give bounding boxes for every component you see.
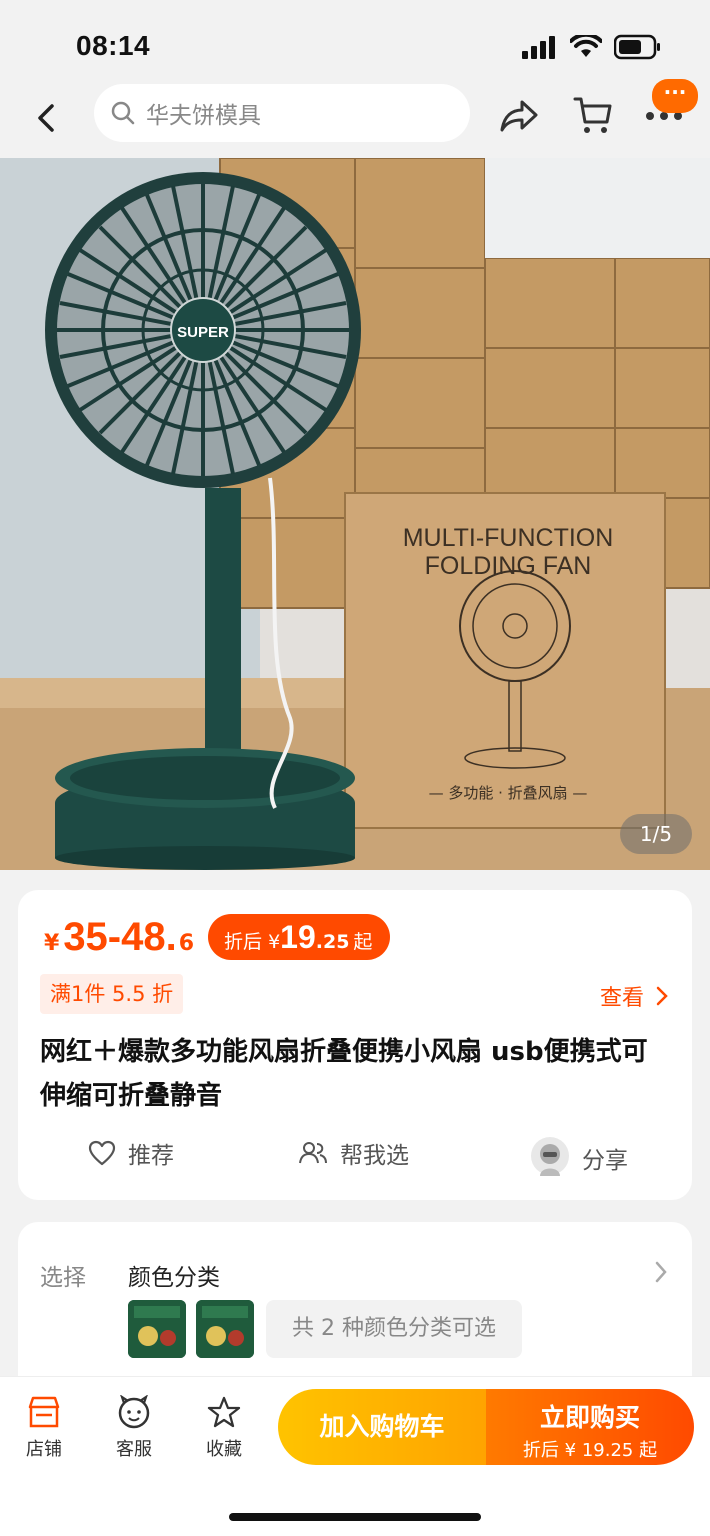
favorite-tab[interactable]: 收藏	[194, 1395, 254, 1461]
thumbnail-image	[196, 1300, 254, 1358]
message-badge[interactable]: ···	[652, 79, 698, 113]
customer-service-icon	[118, 1395, 150, 1429]
avatar-icon	[531, 1137, 569, 1176]
service-tab[interactable]: 客服	[104, 1395, 164, 1461]
product-title: 网红＋爆款多功能风扇折叠便携小风扇 usb便携式可伸缩可折叠静音	[40, 1037, 648, 1111]
favorite-label: 收藏	[206, 1439, 242, 1460]
bottom-action-bar: 店铺 客服 收藏 加入购物车 立即购买 折后 ¥ 19.25 起	[0, 1376, 710, 1536]
signal-icon	[522, 36, 555, 59]
price-range: ¥ 35-48. 6	[44, 915, 194, 960]
share-icon[interactable]	[498, 96, 540, 136]
color-option-thumbnail[interactable]	[128, 1300, 186, 1358]
price-range-main: 35-48.	[63, 914, 177, 959]
price-range-decimal: 6	[178, 930, 195, 956]
view-promo-link[interactable]: 查看	[600, 980, 668, 1012]
battery-icon	[614, 34, 660, 60]
heart-icon	[88, 1140, 116, 1166]
action-row: 推荐 帮我选 分享	[18, 1136, 692, 1180]
shop-tab[interactable]: 店铺	[14, 1395, 74, 1461]
search-icon	[111, 101, 135, 125]
view-label: 查看	[599, 986, 644, 1011]
share-label: 分享	[582, 1148, 628, 1174]
buy-now-label: 立即购买	[539, 1403, 640, 1432]
price-row: ¥ 35-48. 6 折后 ¥ 19 .25 起	[44, 914, 391, 960]
status-bar: 08:14	[0, 0, 710, 82]
help-choose-label: 帮我选	[340, 1143, 409, 1169]
choose-value: 颜色分类	[128, 1265, 220, 1291]
thumbnail-image	[128, 1300, 186, 1358]
price-currency: ¥	[44, 930, 60, 956]
recommend-button[interactable]: 推荐	[88, 1136, 174, 1170]
wifi-icon	[570, 35, 602, 57]
star-icon	[207, 1396, 241, 1428]
service-label: 客服	[116, 1439, 152, 1460]
chevron-right-icon[interactable]	[654, 1260, 668, 1284]
choose-label: 选择	[40, 1265, 86, 1291]
status-icons	[522, 34, 662, 60]
shop-icon	[28, 1396, 60, 1428]
sku-select-card[interactable]: 选择 颜色分类 共 2 种颜色分类可选	[18, 1222, 692, 1392]
box-text-line2: FOLDING FAN	[425, 552, 592, 580]
back-arrow-icon[interactable]	[30, 98, 64, 138]
home-indicator[interactable]	[229, 1513, 481, 1521]
discount-suffix: 起	[353, 931, 373, 953]
help-choose-button[interactable]: 帮我选	[298, 1136, 409, 1170]
box-bottom-text: — 多功能 · 折叠风扇 —	[429, 784, 588, 802]
image-pager: 1/5	[620, 814, 692, 854]
share-button[interactable]: 分享	[530, 1136, 628, 1180]
add-to-cart-button[interactable]: 加入购物车	[278, 1389, 486, 1465]
cart-icon[interactable]	[572, 94, 614, 136]
buy-now-sub-label: 折后 ¥ 19.25 起	[522, 1440, 658, 1461]
nav-bar: 华夫饼模具 ···	[0, 79, 710, 158]
buy-now-button[interactable]: 立即购买 折后 ¥ 19.25 起	[486, 1389, 694, 1465]
product-image-gallery[interactable]: MULTI-FUNCTION FOLDING FAN — 多功能 · 折叠风扇 …	[0, 158, 710, 870]
color-count-chip[interactable]: 共 2 种颜色分类可选	[266, 1300, 522, 1358]
fan-logo-text: SUPER	[177, 324, 229, 341]
people-icon	[299, 1142, 327, 1164]
discount-price-pill: 折后 ¥ 19 .25 起	[208, 914, 391, 960]
purchase-buttons: 加入购物车 立即购买 折后 ¥ 19.25 起	[278, 1389, 694, 1465]
shop-label: 店铺	[26, 1439, 62, 1460]
price-card: ¥ 35-48. 6 折后 ¥ 19 .25 起 满1件 5.5 折 查看 网红…	[18, 890, 692, 1200]
product-photo: MULTI-FUNCTION FOLDING FAN — 多功能 · 折叠风扇 …	[0, 158, 710, 870]
discount-price-decimal: .25	[315, 931, 350, 953]
discount-price-int: 19	[280, 919, 316, 955]
box-text-line1: MULTI-FUNCTION	[403, 524, 614, 552]
discount-label: 折后	[224, 931, 263, 953]
chevron-right-icon	[656, 986, 668, 1006]
promo-tag: 满1件 5.5 折	[40, 974, 184, 1014]
recommend-label: 推荐	[128, 1143, 174, 1169]
color-option-thumbnail[interactable]	[196, 1300, 254, 1358]
product-detail-page: 08:14 华夫饼模具 ··· MULTI-FUNCTION FOLDING F…	[0, 0, 710, 1536]
search-placeholder: 华夫饼模具	[146, 103, 261, 129]
status-time: 08:14	[76, 30, 151, 61]
search-bar[interactable]: 华夫饼模具	[94, 84, 470, 142]
discount-currency: ¥	[268, 931, 281, 953]
